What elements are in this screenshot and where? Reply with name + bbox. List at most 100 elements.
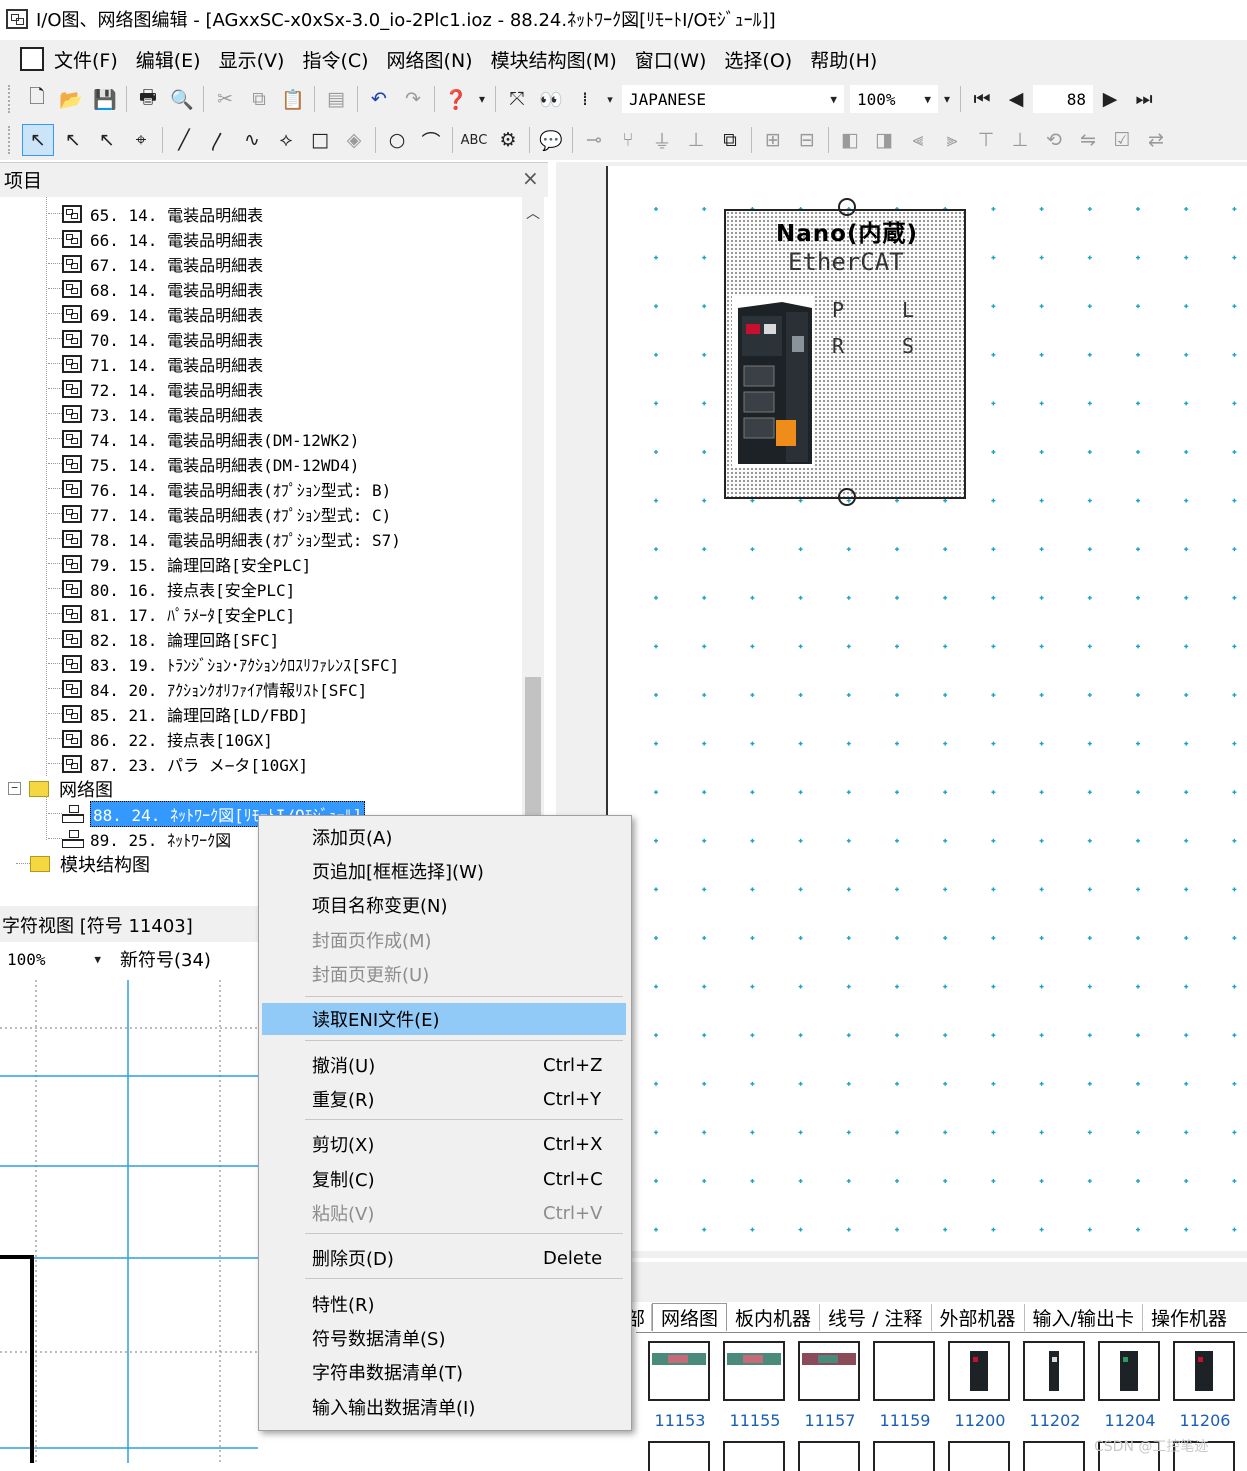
- tree-item-page[interactable]: 72. 14. 電装品明細表: [48, 376, 263, 401]
- branch-icon[interactable]: ⑂: [613, 125, 643, 155]
- tree-item-page[interactable]: 79. 15. 論理回路[安全PLC]: [48, 551, 311, 576]
- tree-item-page[interactable]: 73. 14. 電装品明細表: [48, 401, 263, 426]
- tree-item-page[interactable]: 87. 23. パラ メ−タ[10GX]: [48, 751, 308, 776]
- tree-item-page[interactable]: 74. 14. 電装品明細表(DM-12WK2): [48, 426, 359, 451]
- properties-icon[interactable]: ▤: [321, 84, 351, 114]
- paste-icon[interactable]: 📋: [278, 84, 308, 114]
- text-icon[interactable]: ABC: [459, 125, 489, 155]
- palette-symbol[interactable]: 11159: [867, 1337, 939, 1433]
- project-tree[interactable]: 65. 14. 電装品明細表 66. 14. 電装品明細表 67. 14. 電装品明…: [0, 197, 522, 893]
- menu-network[interactable]: 网络图(N): [387, 46, 473, 73]
- menu-item-string-data-list[interactable]: 字符串数据清单(T): [262, 1356, 626, 1388]
- menu-view[interactable]: 显示(V): [219, 46, 285, 73]
- menu-item-cut[interactable]: 剪切(X) Ctrl+X: [262, 1128, 626, 1160]
- ungroup-icon[interactable]: ⊟: [792, 125, 822, 155]
- zoom-select[interactable]: 100% ▼: [850, 85, 938, 113]
- rotate-icon[interactable]: ⟲: [1039, 125, 1069, 155]
- tree-item-page[interactable]: 70. 14. 電装品明細表: [48, 326, 263, 351]
- toolbar-overflow-icon[interactable]: ▾: [940, 84, 954, 114]
- char-zoom-select[interactable]: 100% ▼: [0, 944, 108, 974]
- toolbar-grip[interactable]: [8, 126, 14, 154]
- menu-item-undo[interactable]: 撤消(U) Ctrl+Z: [262, 1049, 626, 1081]
- palette-symbol[interactable]: 11204: [1092, 1337, 1164, 1433]
- curve-icon[interactable]: ∿: [237, 125, 267, 155]
- comment-icon[interactable]: 💬: [536, 125, 566, 155]
- chevron-down-icon[interactable]: ▾: [604, 84, 616, 114]
- gear-icon[interactable]: ⚙: [493, 125, 523, 155]
- first-page-icon[interactable]: ⏮: [967, 84, 997, 114]
- palette-symbol[interactable]: 11200: [942, 1337, 1014, 1433]
- tab-operation-devices[interactable]: 操作机器: [1143, 1304, 1235, 1331]
- tree-folder-network[interactable]: − 网络图: [8, 776, 113, 801]
- page-number-field[interactable]: 88: [1033, 85, 1093, 113]
- menu-item-copy[interactable]: 复制(C) Ctrl+C: [262, 1163, 626, 1195]
- tab-external-devices[interactable]: 外部机器: [932, 1303, 1025, 1331]
- tree-folder-module[interactable]: 模块结构图: [16, 851, 150, 876]
- grid-icon[interactable]: ⁞: [570, 84, 600, 114]
- new-file-icon[interactable]: 🗋: [22, 84, 52, 114]
- tree-item-page[interactable]: 68. 14. 電装品明細表: [48, 276, 263, 301]
- palette-symbol[interactable]: 11157: [792, 1337, 864, 1433]
- print-preview-icon[interactable]: 🔍: [167, 84, 197, 114]
- tree-item-page[interactable]: 67. 14. 電装品明細表: [48, 251, 263, 276]
- palette-symbol-thumbnail[interactable]: [1023, 1441, 1085, 1471]
- menu-help[interactable]: 帮助(H): [810, 46, 877, 73]
- help-icon[interactable]: ❓: [441, 84, 471, 114]
- palette-symbol-thumbnail[interactable]: [948, 1441, 1010, 1471]
- palette-symbol-thumbnail[interactable]: [873, 1441, 935, 1471]
- palette-symbol-thumbnail[interactable]: [798, 1441, 860, 1471]
- menu-file[interactable]: 文件(F): [54, 46, 118, 73]
- menu-window[interactable]: 窗口(W): [635, 46, 707, 73]
- menu-command[interactable]: 指令(C): [302, 46, 368, 73]
- toolbar-grip[interactable]: [8, 85, 14, 113]
- palette-symbol[interactable]: 11206: [1167, 1337, 1239, 1433]
- save-icon[interactable]: 💾: [90, 84, 120, 114]
- scrollbar-thumb[interactable]: [525, 677, 541, 817]
- select-rotate-icon[interactable]: ↖: [58, 125, 88, 155]
- menu-item-add-page-frame-select[interactable]: 页追加[框框选择](W): [262, 855, 626, 887]
- menu-item-redo[interactable]: 重复(R) Ctrl+Y: [262, 1083, 626, 1115]
- tree-item-page[interactable]: 71. 14. 電装品明細表: [48, 351, 263, 376]
- tree-item-page[interactable]: 78. 14. 電装品明細表(ｵﾌﾟｼｮﾝ型式: S7): [48, 526, 401, 551]
- fill-icon[interactable]: ◈: [339, 125, 369, 155]
- tree-item-page[interactable]: 81. 17. ﾊﾟﾗﾒｰﾀ[安全PLC]: [48, 601, 295, 626]
- terminal-icon[interactable]: ⊥: [681, 125, 711, 155]
- next-page-icon[interactable]: ▶: [1095, 84, 1125, 114]
- tree-item-page[interactable]: 66. 14. 電装品明細表: [48, 226, 263, 251]
- binoculars-icon[interactable]: 👀: [536, 84, 566, 114]
- tree-item-page[interactable]: 75. 14. 電装品明細表(DM-12WD4): [48, 451, 359, 476]
- flip-icon[interactable]: ⇋: [1073, 125, 1103, 155]
- copy-icon[interactable]: ⧉: [244, 84, 274, 114]
- select-arrow-icon[interactable]: ↖: [22, 124, 54, 156]
- tree-item-page[interactable]: 83. 19. ﾄﾗﾝｼﾞｼｮﾝ･ｱｸｼｮﾝｸﾛｽﾘﾌｧﾚﾝｽ[SFC]: [48, 651, 399, 676]
- palette-symbol[interactable]: 11153: [642, 1337, 714, 1433]
- bottom-port-circle[interactable]: [838, 488, 856, 506]
- align-bottom-icon[interactable]: ⊥: [1005, 125, 1035, 155]
- align-left-icon[interactable]: ⫷: [903, 125, 933, 155]
- send-back-icon[interactable]: ◨: [869, 125, 899, 155]
- tab-io-cards[interactable]: 输入/输出卡: [1025, 1303, 1143, 1331]
- menu-item-rename-item[interactable]: 项目名称变更(N): [262, 889, 626, 921]
- menu-select[interactable]: 选择(O): [724, 46, 792, 73]
- tab-wire-comments[interactable]: 线号 / 注释: [820, 1303, 932, 1331]
- rectangle-icon[interactable]: □: [305, 125, 335, 155]
- menu-edit[interactable]: 编辑(E): [136, 46, 201, 73]
- tree-scrollbar[interactable]: ︿: [522, 197, 544, 893]
- tree-item-page[interactable]: 65. 14. 電装品明細表: [48, 201, 263, 226]
- crosshair-icon[interactable]: ⌖: [126, 125, 156, 155]
- palette-symbol[interactable]: 11155: [717, 1337, 789, 1433]
- tab-network[interactable]: 网络图: [652, 1303, 728, 1331]
- char-view-canvas[interactable]: [0, 980, 258, 1463]
- tree-item-network[interactable]: 89. 25. ﾈｯﾄﾜｰｸ図: [48, 826, 231, 851]
- bring-front-icon[interactable]: ◧: [835, 125, 865, 155]
- menu-item-io-data-list[interactable]: 输入输出数据清单(I): [262, 1391, 626, 1423]
- tree-item-page[interactable]: 82. 18. 論理回路[SFC]: [48, 626, 279, 651]
- select-area-icon[interactable]: ↖: [92, 125, 122, 155]
- redo-icon[interactable]: ↷: [398, 84, 428, 114]
- palette-symbol-thumbnail[interactable]: [648, 1441, 710, 1471]
- mirror-icon[interactable]: ⇄: [1141, 125, 1171, 155]
- close-icon[interactable]: ×: [522, 166, 539, 190]
- menu-module-structure[interactable]: 模块结构图(M): [491, 46, 617, 73]
- tree-item-page[interactable]: 86. 22. 接点表[10GX]: [48, 726, 273, 751]
- link-icon[interactable]: ⧉: [715, 125, 745, 155]
